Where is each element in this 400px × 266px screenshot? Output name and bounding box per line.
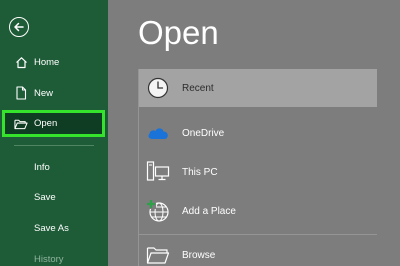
- nav-home-label: Home: [34, 56, 60, 68]
- backstage-sidebar: Home New Open Info Save Save As History: [0, 0, 108, 266]
- location-onedrive-label: OneDrive: [182, 127, 225, 139]
- open-locations-list: Recent OneDrive This PC Add a Place Brow…: [138, 69, 377, 266]
- nav-history-label: History: [34, 253, 64, 265]
- excel-backstage: Home New Open Info Save Save As History …: [0, 0, 400, 266]
- location-this-pc[interactable]: This PC: [139, 153, 377, 191]
- location-onedrive[interactable]: OneDrive: [139, 114, 377, 152]
- nav-new-label: New: [34, 87, 54, 99]
- backstage-main: Open Recent OneDrive This PC Add a Place…: [108, 0, 400, 266]
- folder-open-icon: [14, 117, 28, 131]
- sidebar-divider: [14, 145, 94, 146]
- nav-open[interactable]: Open: [2, 110, 105, 137]
- back-button[interactable]: [9, 17, 29, 37]
- nav-info[interactable]: Info: [0, 154, 108, 180]
- location-browse[interactable]: Browse: [139, 236, 377, 266]
- clock-icon: [146, 76, 170, 100]
- nav-save[interactable]: Save: [0, 184, 108, 210]
- nav-new[interactable]: New: [0, 80, 108, 106]
- new-document-icon: [14, 86, 28, 100]
- nav-home[interactable]: Home: [0, 49, 108, 75]
- arrow-left-icon: [14, 22, 24, 32]
- location-this-pc-label: This PC: [182, 166, 218, 178]
- cloud-icon: [146, 121, 170, 145]
- folder-icon: [146, 243, 170, 266]
- nav-history[interactable]: History: [0, 246, 108, 266]
- home-icon: [14, 55, 28, 69]
- page-title: Open: [138, 14, 219, 51]
- nav-save-as-label: Save As: [34, 222, 69, 234]
- locations-divider: [139, 234, 377, 235]
- nav-info-label: Info: [34, 161, 50, 173]
- location-recent-label: Recent: [182, 82, 214, 94]
- computer-icon: [146, 160, 170, 184]
- nav-save-as[interactable]: Save As: [0, 215, 108, 241]
- location-add-a-place-label: Add a Place: [182, 205, 236, 217]
- globe-add-icon: [146, 199, 170, 223]
- location-browse-label: Browse: [182, 249, 216, 261]
- location-add-a-place[interactable]: Add a Place: [139, 192, 377, 230]
- nav-save-label: Save: [34, 191, 56, 203]
- location-recent[interactable]: Recent: [139, 69, 377, 107]
- nav-open-label: Open: [34, 118, 58, 129]
